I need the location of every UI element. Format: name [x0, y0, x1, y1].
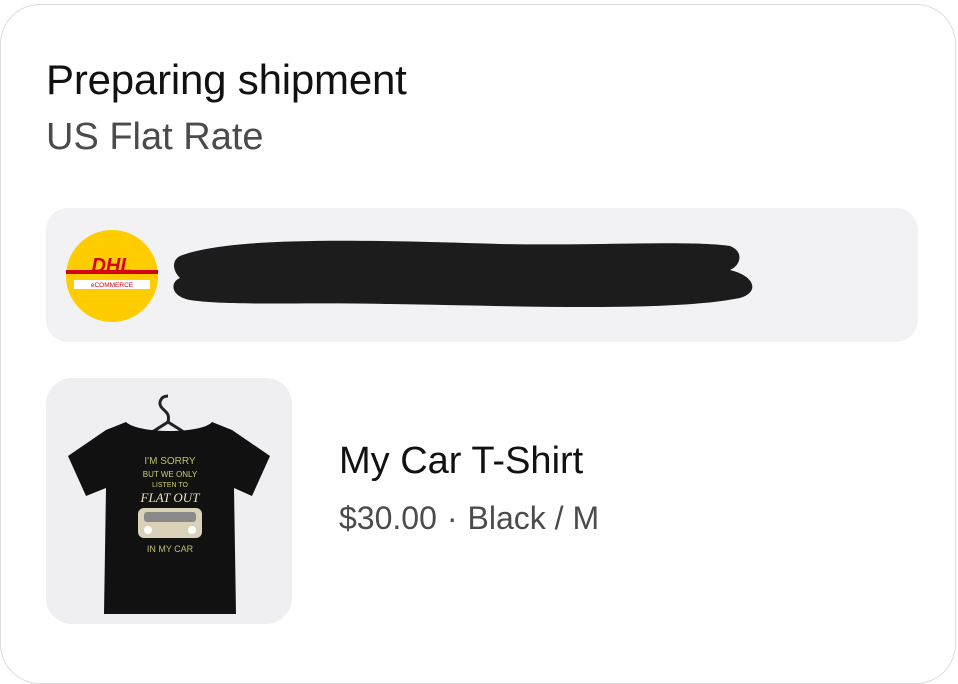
product-meta: $30.00 · Black / M: [339, 500, 599, 537]
shirt-print-line-1: I'M SORRY: [144, 456, 196, 467]
shipment-status-title: Preparing shipment: [46, 56, 407, 103]
redacted-tracking-number: [173, 240, 753, 307]
dhl-logo-text: DHL: [91, 255, 132, 277]
dhl-logo-icon: DHL eCOMMERCE: [66, 230, 158, 322]
meta-separator: ·: [446, 500, 458, 536]
shirt-print-line-2: BUT WE ONLY: [143, 470, 198, 479]
product-price: $30.00: [339, 500, 437, 536]
product-image[interactable]: I'M SORRY BUT WE ONLY LISTEN TO FLAT OUT…: [46, 378, 292, 624]
product-variant: Black / M: [467, 500, 600, 536]
shirt-print-line-3: LISTEN TO: [152, 482, 188, 489]
shirt-print-line-5: IN MY CAR: [147, 544, 194, 554]
tshirt-icon: I'M SORRY BUT WE ONLY LISTEN TO FLAT OUT…: [68, 394, 270, 614]
dhl-logo-subtext: eCOMMERCE: [91, 282, 134, 289]
shipping-method: US Flat Rate: [46, 116, 264, 158]
shirt-print-line-4: FLAT OUT: [140, 490, 201, 505]
product-name[interactable]: My Car T-Shirt: [339, 440, 583, 483]
